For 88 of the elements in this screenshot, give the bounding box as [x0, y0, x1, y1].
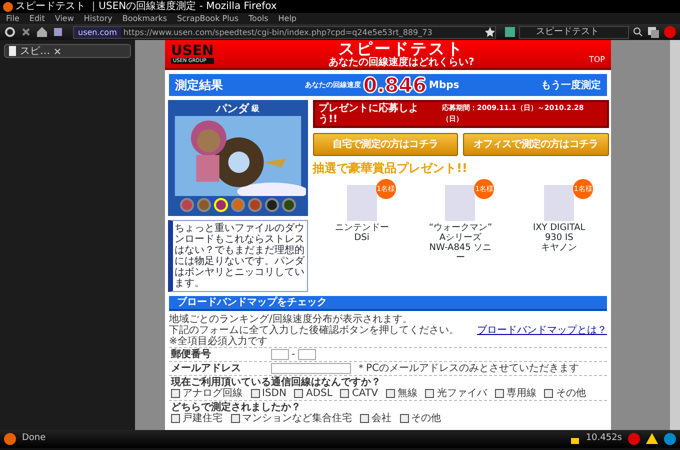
menu-item[interactable]: Bookmarks [122, 13, 168, 24]
present-title: プレゼントに応募しよう!! [318, 103, 420, 125]
separator-text: - [292, 348, 296, 360]
prize-name: ニンテンドーDSi [334, 223, 390, 243]
checkbox[interactable] [294, 388, 304, 398]
status-text: Done [22, 432, 46, 446]
prize-maker: NW-A845 ソニー [428, 243, 493, 263]
option-label: CATV [352, 388, 378, 398]
stop-icon[interactable] [20, 26, 32, 38]
star-icon[interactable] [485, 27, 495, 37]
speed-value: 0.846 [363, 75, 427, 95]
scrollbar[interactable] [670, 40, 680, 430]
map-link[interactable]: ブロードバンドマップとは？ [477, 324, 607, 336]
postal-code-field[interactable] [271, 348, 289, 360]
checkbox[interactable] [171, 388, 180, 398]
menu-item[interactable]: Edit [29, 13, 45, 24]
home-icon[interactable] [36, 26, 48, 38]
option-label: 戸建住宅 [182, 412, 222, 424]
menu-item[interactable]: File [6, 13, 20, 24]
character-icon[interactable] [282, 198, 296, 212]
checkbox[interactable] [544, 388, 554, 398]
page-subtitle: あなたの回線速度はどれくらい? [328, 57, 474, 68]
option-label: アナログ回線 [182, 388, 242, 398]
field-hint: ＊PCのメールアドレスのみとさせていただきます [356, 362, 580, 374]
page-title: スピードテスト [338, 40, 464, 57]
speed-unit: Mbps [429, 78, 460, 92]
checkbox[interactable] [340, 388, 350, 398]
menu-item[interactable]: ScrapBook Plus [177, 13, 239, 24]
option-label: 光ファイバ [436, 388, 487, 398]
section-heading: ブロードバンドマップをチェック [169, 296, 607, 311]
windows-icon[interactable] [647, 26, 660, 38]
option-label: 専用線 [506, 388, 536, 398]
postal-code-field[interactable] [298, 348, 316, 360]
checkbox[interactable] [425, 388, 434, 398]
menu-item[interactable]: View [54, 13, 74, 24]
search-field[interactable]: スピードテスト [519, 26, 629, 38]
menu-item[interactable]: History [84, 13, 112, 24]
product-photo [544, 185, 574, 221]
prize-name: IXY DIGITAL 930 IS [532, 223, 586, 243]
rank-suffix: 級 [251, 103, 260, 115]
retry-link[interactable]: もう一度測定 [541, 78, 601, 92]
checkbox[interactable] [494, 388, 504, 398]
close-icon[interactable] [53, 46, 62, 56]
browser-tab[interactable]: スピ… [4, 44, 131, 58]
question-label: どちらで測定されましたか？ [171, 402, 302, 412]
prize-name: “ウォークマン” Aシリーズ [428, 223, 494, 243]
option-label: その他 [556, 388, 586, 398]
checkbox[interactable] [360, 414, 369, 422]
question-label: 現在ご利用頂いている通信回線はなんですか？ [171, 376, 382, 388]
note-text: ※全項目必須入力です [169, 336, 268, 346]
product-photo [445, 185, 476, 221]
result-heading: 測定結果 [175, 77, 223, 94]
url-text: https://www.usen.com/speedtest/cgi-bin/index.php?cpd=q24e5e53rt_889_73 [123, 26, 434, 38]
stop-sign-icon [628, 433, 640, 445]
site-label: usen.com [74, 26, 121, 38]
load-time: 10.452s [586, 432, 622, 446]
menu-item[interactable]: Help [278, 13, 296, 24]
menu-item[interactable]: Tools [248, 13, 268, 24]
description-text: 下記のフォームに全て入力した後確認ボタンを押してください。 [169, 324, 459, 336]
checkbox[interactable] [400, 414, 408, 422]
option-label: 会社 [372, 412, 392, 424]
field-label: メールアドレス [171, 362, 242, 374]
logo-text: USEN [171, 44, 214, 58]
product-photo [346, 185, 377, 221]
character-icon[interactable] [264, 198, 278, 212]
stop-sign-icon[interactable] [664, 26, 676, 38]
page-icon [8, 46, 17, 56]
address-field[interactable]: usen.com https://www.usen.com/speedtest/cgi-bin/index.php?cpd=q24e5e53rt_889_73 [73, 26, 496, 38]
option-label: ADSL [306, 388, 332, 398]
option-label: ISDN [262, 388, 286, 398]
warning-icon [646, 433, 658, 445]
checkbox[interactable] [386, 388, 395, 398]
prize-maker: キヤノン [540, 243, 578, 253]
description-text: 地域ごとのランキング/回線速度分布が表示されます。 [169, 314, 414, 324]
top-link[interactable]: TOP [588, 54, 605, 66]
checkbox[interactable] [171, 414, 180, 422]
option-label: マンションなど集合住宅 [242, 412, 352, 424]
prize-headline: 抽選で豪華賞品プレゼント!! [312, 160, 468, 176]
reload-icon[interactable] [4, 26, 16, 38]
search-icon[interactable] [633, 27, 643, 37]
window-title: スピードテスト ｜USENの回線速度測定 - Mozilla Firefox [16, 0, 277, 13]
checkbox[interactable] [230, 414, 240, 422]
checkbox[interactable] [250, 388, 260, 398]
option-label: 無線 [397, 388, 418, 398]
option-label: その他 [411, 412, 441, 424]
rank-name: パンダ [216, 102, 249, 116]
email-field[interactable] [271, 362, 351, 374]
field-label: 郵便番号 [171, 348, 212, 360]
